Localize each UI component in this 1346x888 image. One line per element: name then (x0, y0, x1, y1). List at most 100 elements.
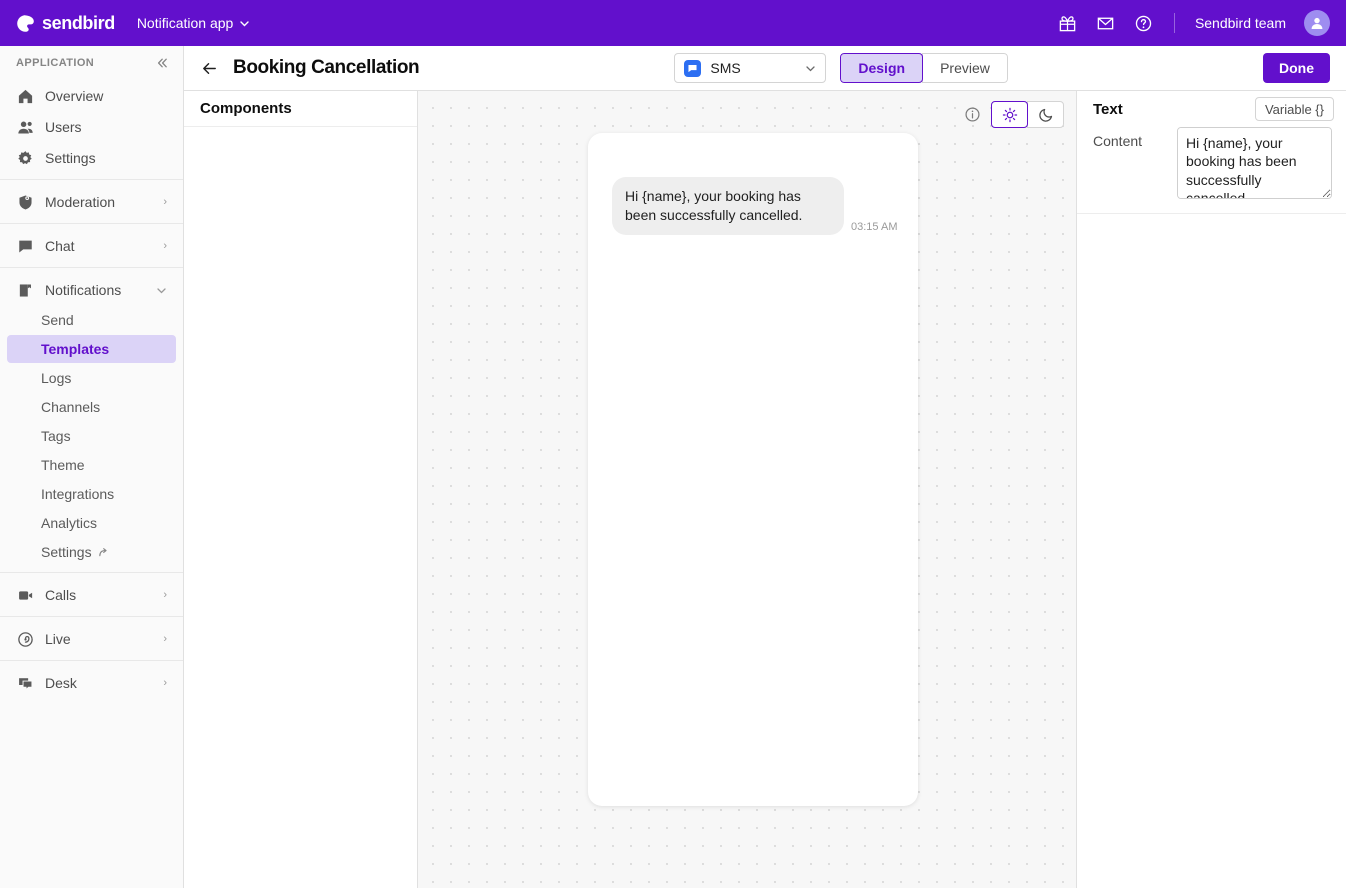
components-panel-title: Components (184, 91, 417, 127)
nav-group-calls: Calls › (0, 572, 183, 616)
message-row: Hi {name}, your booking has been success… (588, 133, 918, 235)
sidebar-item-label: Desk (45, 675, 163, 691)
sidebar-item-settings[interactable]: Settings (7, 143, 176, 173)
sidebar-item-label: Moderation (45, 194, 163, 210)
sidebar-item-label: Templates (41, 341, 109, 357)
content-textarea[interactable] (1177, 127, 1332, 199)
nav-group-notifications: Notifications Send Templates Logs Channe… (0, 267, 183, 572)
sidebar-item-label: Integrations (41, 486, 114, 502)
mail-icon[interactable] (1096, 13, 1116, 33)
channel-select-value: SMS (710, 60, 740, 76)
sidebar-item-live[interactable]: Live › (7, 624, 176, 654)
sidebar-item-notifications[interactable]: Notifications (7, 275, 176, 305)
sidebar-item-channels[interactable]: Channels (7, 393, 176, 421)
design-canvas[interactable]: Hi {name}, your booking has been success… (418, 91, 1076, 888)
message-timestamp: 03:15 AM (851, 221, 897, 235)
sidebar-item-label: Settings (41, 544, 92, 560)
main-area: Booking Cancellation SMS (184, 46, 1346, 888)
components-panel: Components (184, 91, 418, 888)
app-switcher-label: Notification app (137, 15, 234, 31)
team-name: Sendbird team (1195, 15, 1286, 31)
sidebar-item-analytics[interactable]: Analytics (7, 509, 176, 537)
app-root: sendbird Notification app (0, 0, 1346, 888)
help-circle-icon[interactable] (1134, 13, 1154, 33)
nav-group-moderation: Moderation › (0, 179, 183, 223)
chat-bubble-icon (16, 237, 34, 255)
channel-select[interactable]: SMS (674, 53, 826, 83)
components-list[interactable] (184, 127, 417, 888)
sendbird-logo-icon (16, 14, 35, 33)
canvas-toolbar (963, 101, 1064, 128)
avatar[interactable] (1304, 10, 1330, 36)
message-bubble[interactable]: Hi {name}, your booking has been success… (612, 177, 844, 235)
sidebar-item-integrations[interactable]: Integrations (7, 480, 176, 508)
properties-panel-title: Text (1093, 101, 1123, 118)
sidebar-item-label: Settings (45, 150, 167, 166)
sidebar-item-label: Theme (41, 457, 85, 473)
app-switcher[interactable]: Notification app (137, 15, 251, 31)
nav-group-application: Overview Users (0, 80, 183, 179)
broadcast-icon (16, 630, 34, 648)
sidebar-item-label: Users (45, 119, 167, 135)
shield-icon (16, 193, 34, 211)
tab-design[interactable]: Design (840, 53, 923, 83)
content-field-group: Content (1077, 127, 1346, 214)
sidebar-section-label: APPLICATION (16, 57, 94, 69)
nav-group-live: Live › (0, 616, 183, 660)
sidebar-item-label: Channels (41, 399, 100, 415)
chevron-right-icon: › (163, 196, 167, 208)
sidebar-item-label: Overview (45, 88, 167, 104)
sidebar-item-tags[interactable]: Tags (7, 422, 176, 450)
notification-icon (16, 281, 34, 299)
arrow-left-icon[interactable] (200, 59, 219, 78)
sidebar-item-logs[interactable]: Logs (7, 364, 176, 392)
top-bar: sendbird Notification app (0, 0, 1346, 46)
desk-bubbles-icon (16, 674, 34, 692)
sidebar-item-overview[interactable]: Overview (7, 81, 176, 111)
sidebar-item-label: Notifications (45, 282, 156, 298)
app-body: APPLICATION Overview (0, 46, 1346, 888)
sidebar-item-desk[interactable]: Desk › (7, 668, 176, 698)
sidebar-item-label: Logs (41, 370, 71, 386)
sidebar-item-theme[interactable]: Theme (7, 451, 176, 479)
sidebar-item-send[interactable]: Send (7, 306, 176, 334)
sun-icon[interactable] (991, 101, 1028, 128)
chevron-right-icon: › (163, 633, 167, 645)
sidebar-section-header: APPLICATION (0, 46, 183, 80)
info-circle-icon[interactable] (963, 106, 981, 124)
sidebar-item-label: Chat (45, 238, 163, 254)
chevron-right-icon: › (163, 240, 167, 252)
sidebar-item-chat[interactable]: Chat › (7, 231, 176, 261)
external-link-icon (98, 547, 109, 558)
video-camera-icon (16, 586, 34, 604)
variable-button[interactable]: Variable {} (1255, 97, 1334, 121)
sidebar-item-templates[interactable]: Templates (7, 335, 176, 363)
sidebar-item-label: Send (41, 312, 74, 328)
main-body: Components (184, 91, 1346, 888)
brand-name: sendbird (42, 13, 115, 34)
sidebar-item-users[interactable]: Users (7, 112, 176, 142)
sidebar-item-calls[interactable]: Calls › (7, 580, 176, 610)
chevron-down-icon (156, 285, 167, 296)
chevron-right-icon: › (163, 677, 167, 689)
sidebar-item-label: Analytics (41, 515, 97, 531)
chevron-double-left-icon[interactable] (155, 56, 169, 70)
sidebar-item-notification-settings[interactable]: Settings (7, 538, 176, 566)
done-button[interactable]: Done (1263, 53, 1330, 83)
sms-channel-icon (684, 60, 701, 77)
chevron-down-icon (805, 63, 816, 74)
top-bar-actions: Sendbird team (1058, 10, 1330, 36)
tab-preview[interactable]: Preview (922, 53, 1008, 83)
sidebar-item-moderation[interactable]: Moderation › (7, 187, 176, 217)
phone-preview-frame: Hi {name}, your booking has been success… (588, 133, 918, 806)
sidebar-item-label: Calls (45, 587, 163, 603)
moon-icon[interactable] (1027, 101, 1064, 128)
sidebar-item-label: Live (45, 631, 163, 647)
sidebar-item-label: Tags (41, 428, 71, 444)
chevron-down-icon (239, 18, 250, 29)
brand[interactable]: sendbird (16, 13, 115, 34)
gift-icon[interactable] (1058, 13, 1078, 33)
properties-panel-header: Text Variable {} (1077, 91, 1346, 127)
main-header: Booking Cancellation SMS (184, 46, 1346, 91)
page-title: Booking Cancellation (233, 57, 419, 79)
